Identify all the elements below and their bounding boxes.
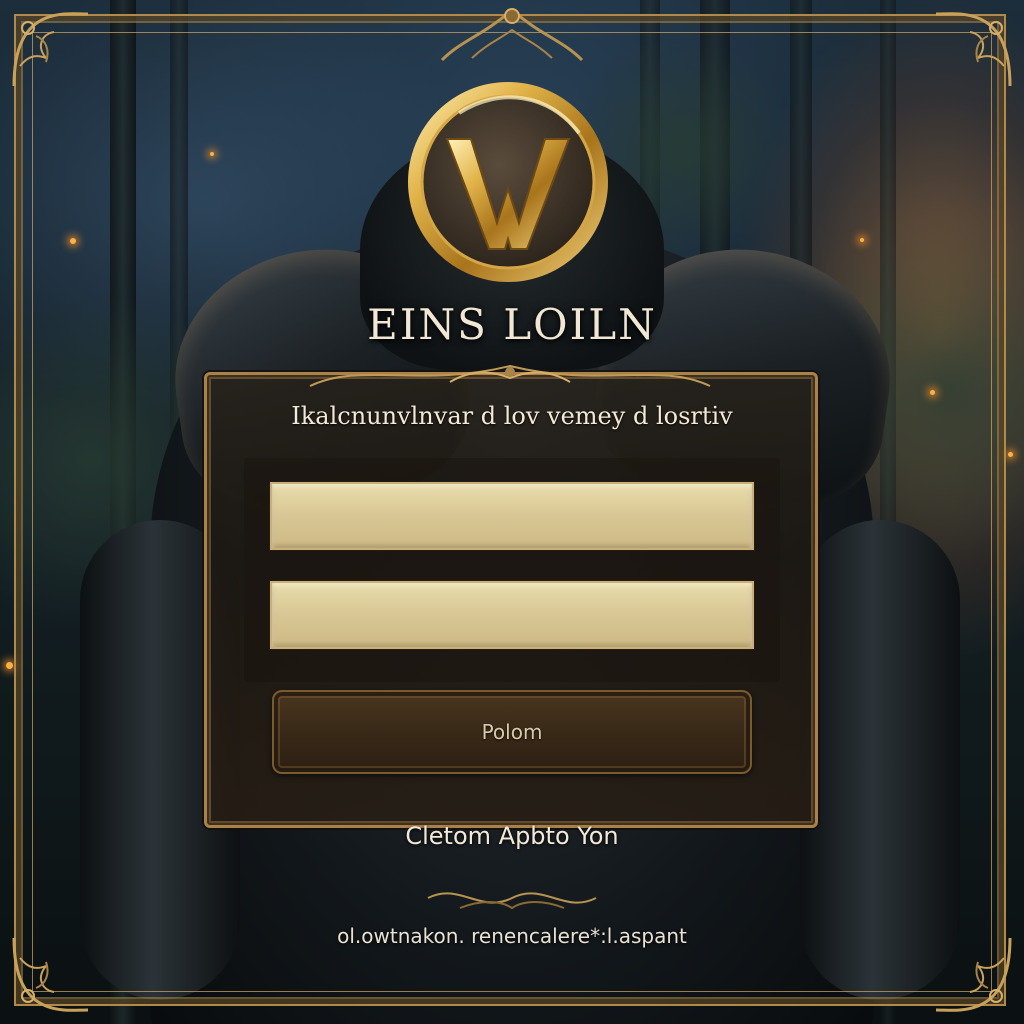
app-title: EINS LOILN xyxy=(367,300,657,349)
w-crest-icon xyxy=(408,82,608,282)
create-account-link[interactable]: Cletom Apbto Yon xyxy=(222,822,802,850)
ember-particle xyxy=(1008,452,1013,457)
login-screen: EINS LOILN Ikalcnunvlnvar d lov vemey d … xyxy=(0,0,1024,1024)
corner-flourish-icon xyxy=(12,12,89,87)
corner-flourish-icon xyxy=(935,12,1012,87)
bottom-ornament-icon xyxy=(427,892,597,910)
login-button-label: Polom xyxy=(481,720,543,744)
footer-link[interactable]: ol.owtnakon. renencalere*:l.aspant xyxy=(212,924,812,948)
username-field[interactable] xyxy=(270,482,754,550)
corner-flourish-icon xyxy=(935,937,1012,1012)
corner-flourish-icon xyxy=(12,937,89,1012)
login-button[interactable]: Polom xyxy=(272,690,752,774)
password-field[interactable] xyxy=(270,581,754,649)
panel-ornament-icon xyxy=(309,364,711,387)
login-subtitle: Ikalcnunvlnvar d lov vemey d losrtiv xyxy=(291,402,733,430)
crest-ornament-icon xyxy=(440,8,584,62)
ember-particle xyxy=(6,662,13,669)
